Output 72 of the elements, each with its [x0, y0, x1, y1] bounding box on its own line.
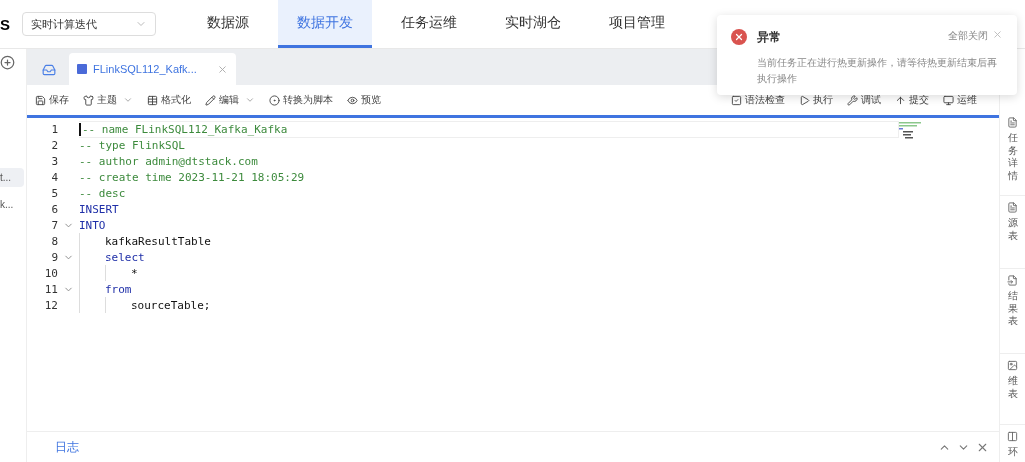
arrow-up-icon — [895, 94, 906, 106]
nav-tab[interactable]: 实时湖仓 — [486, 0, 580, 48]
play-icon — [799, 94, 810, 106]
caret-icon — [123, 95, 133, 105]
line-number: 4 — [50, 170, 58, 184]
shirt-icon — [83, 94, 94, 106]
pencil-icon — [205, 94, 216, 106]
toolbar-button[interactable]: 提交 — [895, 93, 929, 107]
code-line: select — [105, 250, 145, 264]
toolbar-button[interactable]: 保存 — [35, 93, 69, 107]
add-icon[interactable] — [0, 55, 15, 70]
toolbar-button[interactable]: 语法检查 — [731, 93, 785, 107]
code-line: -- author admin@dtstack.com — [79, 154, 258, 168]
toolbar-button[interactable]: 转换为脚本 — [269, 93, 333, 107]
line-number: 7 — [50, 218, 58, 232]
side-panel-tab[interactable]: 维表 — [1000, 354, 1025, 425]
nav-tab[interactable]: 数据开发 — [278, 0, 372, 48]
wrench-icon — [847, 94, 858, 106]
toolbar-button[interactable]: 调试 — [847, 93, 881, 107]
line-number: 12 — [43, 298, 58, 312]
close-icon[interactable] — [992, 29, 1003, 40]
code-line: sourceTable; — [131, 298, 211, 312]
table-icon — [147, 94, 158, 106]
toolbar-button[interactable]: 主题 — [83, 93, 133, 107]
notification-message: 当前任务正在进行热更新操作，请等待热更新结束后再执行操作 — [757, 55, 998, 86]
line-number: 11 — [43, 282, 58, 296]
line-number: 1 — [50, 122, 58, 136]
line-number: 5 — [50, 186, 58, 200]
file-tab[interactable]: FLinkSQL112_Kafk... — [69, 53, 236, 85]
sidebar-item[interactable]: t... — [0, 168, 24, 187]
code-line: * — [131, 266, 138, 280]
toolbar-button[interactable]: 执行 — [799, 93, 833, 107]
nav-tab[interactable]: 任务运维 — [382, 0, 476, 48]
line-number: 2 — [50, 138, 58, 152]
error-icon — [731, 29, 747, 45]
line-number: 8 — [50, 234, 58, 248]
sql-file-icon — [77, 64, 87, 74]
side-panel-tab[interactable]: 源表 — [1000, 196, 1025, 269]
eye-icon — [347, 94, 358, 106]
side-panel-tab[interactable]: 任务详情 — [1000, 111, 1025, 196]
toolbar-button[interactable]: 格式化 — [147, 93, 191, 107]
line-number: 10 — [43, 266, 58, 280]
caret-icon — [245, 95, 255, 105]
toolbar-button[interactable]: 预览 — [347, 93, 381, 107]
line-number: 3 — [50, 154, 58, 168]
sidebar-item[interactable]: k... — [0, 195, 24, 214]
side-panel-tab[interactable]: 结果表 — [1000, 269, 1025, 354]
code-line: -- desc — [79, 186, 126, 200]
code-line: -- create time 2023-11-21 18:05:29 — [79, 170, 305, 184]
code-line: INSERT — [79, 202, 119, 216]
toolbar-button[interactable]: 编辑 — [205, 93, 255, 107]
close-icon[interactable] — [216, 63, 228, 75]
code-line: INTO — [79, 218, 106, 232]
code-line: -- name FLinkSQL112_Kafka_Kafka — [79, 122, 288, 136]
check-icon — [731, 94, 742, 106]
line-number: 6 — [50, 202, 58, 216]
logo-text: S — [0, 15, 11, 33]
log-tab[interactable]: 日志 — [55, 438, 79, 456]
code-line: -- type FlinkSQL — [79, 138, 185, 152]
circle-icon — [269, 94, 280, 106]
save-icon — [35, 94, 46, 106]
code-line: from — [105, 282, 132, 296]
code-line: kafkaResultTable — [105, 234, 211, 248]
close-all-link[interactable]: 全部关闭 — [948, 29, 988, 43]
notification-title: 异常 — [757, 29, 782, 46]
side-panel-tab[interactable]: 环 — [1000, 425, 1025, 462]
line-number: 9 — [50, 250, 58, 264]
nav-tab[interactable]: 项目管理 — [590, 0, 684, 48]
toolbar-button[interactable]: 运维 — [943, 93, 977, 107]
monitor-icon — [943, 94, 954, 106]
nav-tab[interactable]: 数据源 — [188, 0, 268, 48]
project-select[interactable]: 实时计算迭代 — [22, 12, 156, 36]
